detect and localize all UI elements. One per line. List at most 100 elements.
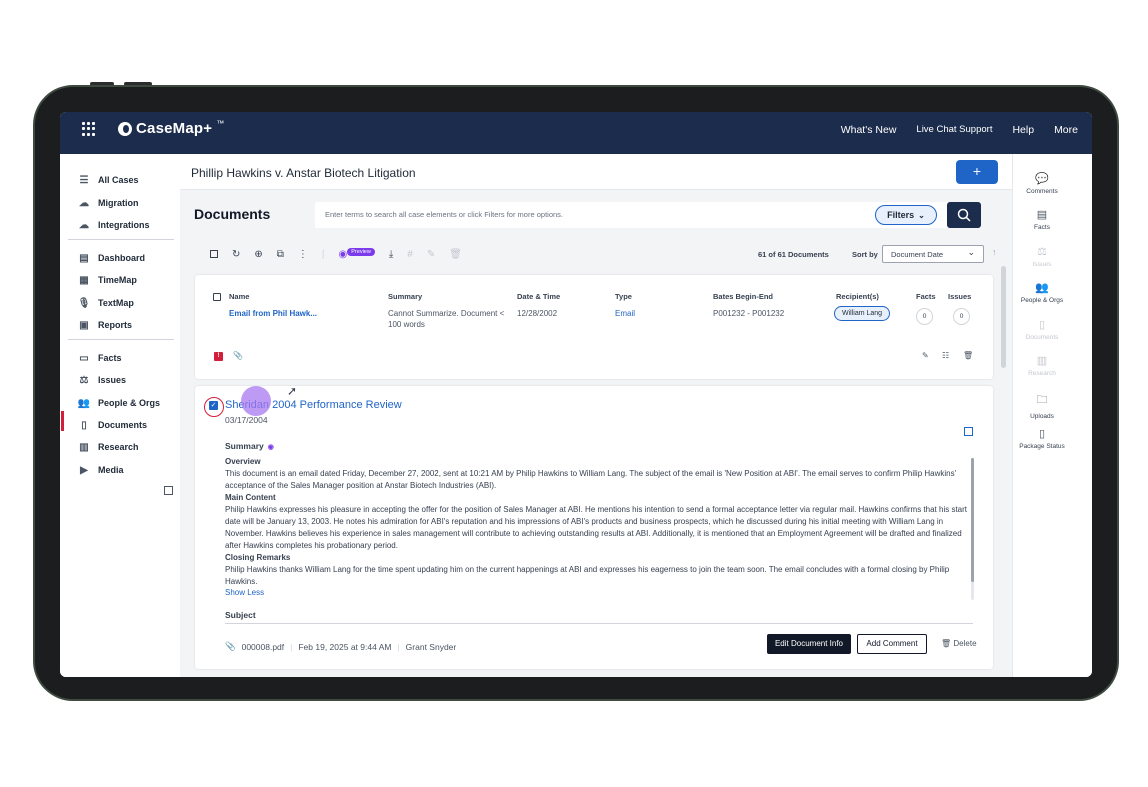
sidebar-item-research[interactable]: ▥ Research	[78, 441, 138, 453]
rail-documents: ▯ Documents	[1013, 318, 1071, 341]
sidebar-item-reports[interactable]: ▣ Reports	[78, 319, 132, 331]
more-vertical-icon[interactable]: ⋮	[298, 249, 308, 260]
sidebar-item-media[interactable]: ▶ Media	[78, 464, 123, 476]
case-header: Phillip Hawkins v. Anstar Biotech Litiga…	[180, 154, 1012, 190]
cloud-icon: ☁	[79, 219, 89, 231]
file-author: Grant Snyder	[405, 641, 457, 652]
delete-row-icon[interactable]: 🗑	[963, 351, 973, 360]
sidebar-item-label: All Cases	[98, 175, 139, 185]
comment-row-icon[interactable]: ☷	[942, 351, 949, 360]
sidebar-divider	[68, 239, 174, 240]
hashtag-icon: #	[407, 248, 413, 260]
sidebar-item-label: Migration	[98, 198, 139, 208]
collapse-sidebar-icon[interactable]	[164, 486, 173, 495]
apps-grid-icon[interactable]	[82, 122, 96, 136]
top-nav-links: What's New Live Chat Support Help More	[841, 124, 1078, 136]
sidebar-item-facts[interactable]: ▭ Facts	[78, 352, 121, 364]
panel-toggle-icon[interactable]	[964, 427, 973, 436]
file-name[interactable]: 000008.pdf	[242, 642, 285, 652]
app-name: CaseMap+	[136, 120, 213, 137]
facts-icon: ▭	[79, 352, 89, 364]
sidebar-item-dashboard[interactable]: ▤ Dashboard	[78, 252, 145, 264]
add-comment-button[interactable]: Add Comment	[857, 634, 927, 654]
play-icon: ▶	[80, 464, 88, 476]
summary-scrollbar-thumb[interactable]	[971, 458, 974, 582]
add-circle-icon[interactable]: ⊕	[254, 249, 262, 260]
microphone-icon: 🎙	[77, 297, 91, 309]
summary-label: Summary ◉	[225, 441, 274, 451]
subject-label: Subject	[225, 610, 256, 620]
main-scrollbar[interactable]	[1001, 266, 1006, 368]
rail-label: Package Status	[1019, 443, 1065, 450]
sidebar-divider	[68, 339, 174, 340]
sidebar-item-documents[interactable]: ▯ Documents	[78, 419, 147, 431]
column-header-name[interactable]: Name	[229, 292, 249, 301]
document-count: 61 of 61 Documents	[758, 250, 829, 259]
filters-label: Filters	[887, 210, 915, 220]
column-header-bates[interactable]: Bates Begin-End	[713, 292, 773, 301]
people-icon: 👥	[77, 397, 91, 409]
nav-more[interactable]: More	[1054, 124, 1078, 136]
app-logo[interactable]: CaseMap+ ™	[118, 119, 224, 137]
casemap-logo-icon	[118, 121, 132, 136]
select-all-checkbox[interactable]	[210, 250, 218, 258]
copy-icon[interactable]: ⧉	[277, 249, 284, 260]
column-header-type[interactable]: Type	[615, 292, 632, 301]
file-timestamp: Feb 19, 2025 at 9:44 AM	[298, 641, 392, 652]
download-icon[interactable]: ⤓	[389, 249, 393, 260]
selected-checkbox[interactable]	[204, 397, 224, 417]
rail-label: Issues	[1032, 261, 1052, 268]
search-input[interactable]: Enter terms to search all case elements …	[325, 210, 563, 219]
row-name-link[interactable]: Email from Phil Hawk...	[229, 308, 317, 319]
sidebar-item-integrations[interactable]: ☁ Integrations	[78, 219, 150, 231]
sidebar-item-timemap[interactable]: ▦ TimeMap	[78, 274, 137, 286]
search-icon	[957, 208, 971, 222]
rail-uploads[interactable]: 🗀 Uploads	[1013, 391, 1071, 420]
reports-icon: ▣	[79, 319, 89, 331]
rail-comments[interactable]: 💬 Comments	[1013, 172, 1071, 195]
facts-count[interactable]: 0	[916, 308, 933, 325]
delete-button[interactable]: 🗑 Delete	[941, 639, 977, 648]
filters-button[interactable]: Filters ⌄	[875, 205, 937, 225]
header-checkbox[interactable]	[213, 293, 221, 301]
column-header-summary[interactable]: Summary	[388, 292, 422, 301]
refresh-icon[interactable]: ↻	[232, 249, 240, 260]
research-icon: ▥	[79, 441, 89, 453]
search-bar[interactable]: Enter terms to search all case elements …	[315, 202, 981, 228]
row-date: 12/28/2002	[517, 309, 558, 318]
column-header-recipients[interactable]: Recipient(s)	[836, 292, 879, 301]
column-header-date[interactable]: Date & Time	[517, 292, 560, 301]
cursor-highlight	[241, 386, 271, 416]
issues-count[interactable]: 0	[953, 308, 970, 325]
sort-direction-icon[interactable]: ↑	[992, 247, 997, 257]
trash-icon: 🗑	[941, 639, 952, 648]
nav-whats-new[interactable]: What's New	[841, 124, 897, 136]
sidebar-item-people-orgs[interactable]: 👥 People & Orgs	[78, 397, 160, 409]
folder-icon: 🗀	[1036, 394, 1048, 406]
rail-package-status[interactable]: ▯ Package Status	[1013, 427, 1071, 450]
sidebar-item-issues[interactable]: ⚖ Issues	[78, 374, 127, 386]
ai-summary-icon[interactable]: ◉ Preview	[339, 247, 375, 260]
sidebar-item-migration[interactable]: ☁ Migration	[78, 197, 139, 209]
sidebar-item-textmap[interactable]: 🎙 TextMap	[78, 297, 134, 309]
recipient-chip[interactable]: William Lang	[834, 306, 891, 321]
edit-row-icon[interactable]: ✎	[922, 351, 929, 360]
rail-facts[interactable]: ▤ Facts	[1013, 208, 1071, 231]
row-type[interactable]: Email	[615, 308, 635, 319]
rail-people-orgs[interactable]: 👥 People & Orgs	[1013, 281, 1071, 304]
right-rail: 💬 Comments ▤ Facts ⚖ Issues 👥 People & O…	[1012, 154, 1092, 677]
search-button[interactable]	[947, 202, 981, 228]
edit-document-info-button[interactable]: Edit Document Info	[767, 634, 851, 654]
cursor-pointer-icon: ➚	[287, 386, 298, 398]
show-less-link[interactable]: Show Less	[225, 588, 264, 597]
column-header-issues[interactable]: Issues	[948, 292, 971, 301]
nav-live-chat[interactable]: Live Chat Support	[916, 124, 992, 136]
main-content: Phillip Hawkins v. Anstar Biotech Litiga…	[180, 154, 1012, 677]
column-header-facts[interactable]: Facts	[916, 292, 936, 301]
sort-select[interactable]: Document Date	[882, 245, 984, 263]
nav-help[interactable]: Help	[1012, 124, 1034, 136]
add-button[interactable]: +	[956, 160, 998, 184]
top-navbar: CaseMap+ ™ What's New Live Chat Support …	[60, 112, 1092, 154]
sidebar-item-all-cases[interactable]: ☰ All Cases	[78, 174, 139, 186]
attachment-icon[interactable]: 📎	[233, 351, 243, 360]
